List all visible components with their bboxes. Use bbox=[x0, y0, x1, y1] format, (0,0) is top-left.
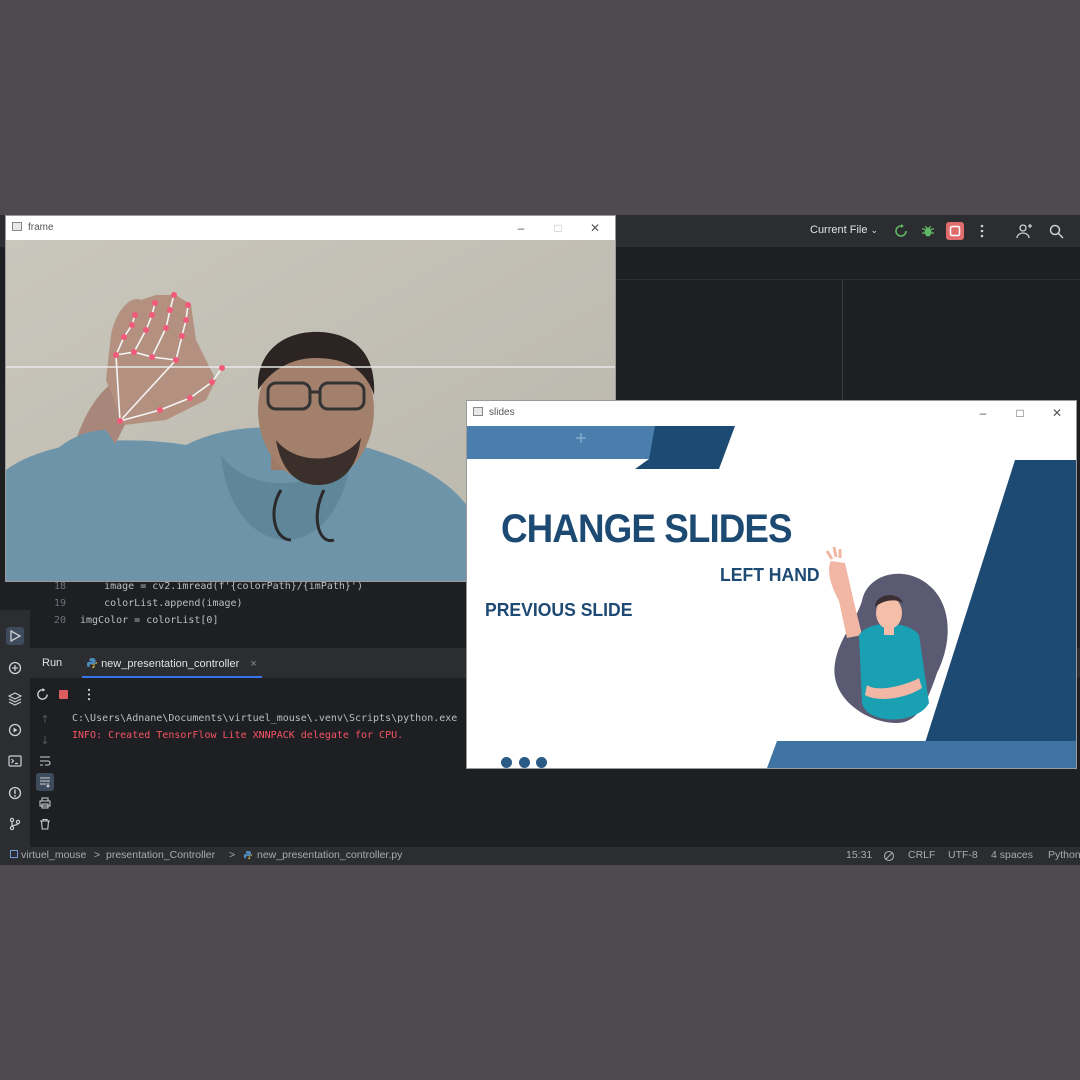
code-line[interactable]: 19 colorList.append(image) bbox=[40, 598, 243, 609]
arrow-up-icon[interactable]: ↑ bbox=[36, 710, 54, 728]
slides-window-titlebar[interactable]: slides – □ ✕ bbox=[467, 401, 1076, 423]
slides-window[interactable]: slides – □ ✕ CHANGE SLIDES LEFT HAND PRE… bbox=[467, 401, 1076, 768]
caret-position[interactable]: 15:31 bbox=[846, 849, 872, 861]
indent-setting[interactable]: 4 spaces bbox=[991, 849, 1033, 861]
code-text: imgColor = colorList[0] bbox=[80, 615, 219, 626]
print-icon[interactable] bbox=[36, 794, 54, 812]
left-hand-label: LEFT HAND bbox=[720, 564, 820, 585]
breadcrumb-separator: > bbox=[229, 849, 236, 861]
slide-decorations bbox=[467, 426, 1076, 768]
more-vertical-icon[interactable] bbox=[80, 685, 98, 703]
slide-dot bbox=[536, 757, 547, 768]
python-console-icon[interactable] bbox=[6, 659, 24, 677]
slides-window-title: slides bbox=[489, 407, 515, 418]
status-bar: virtuel_mouse > presentation_Controller … bbox=[0, 847, 1080, 865]
editor-split-divider bbox=[842, 279, 843, 409]
minimize-button[interactable]: – bbox=[972, 403, 994, 423]
console-toolbar: ↑ ↓ bbox=[30, 710, 60, 846]
slide-dot bbox=[501, 757, 512, 768]
close-button[interactable]: ✕ bbox=[1046, 403, 1068, 423]
python-file-icon bbox=[87, 658, 97, 668]
editor-tab-bar bbox=[615, 247, 1080, 280]
stop-icon[interactable] bbox=[54, 685, 72, 703]
terminal-icon[interactable] bbox=[6, 752, 24, 770]
layers-icon[interactable] bbox=[6, 690, 24, 708]
code-line[interactable]: 18 image = cv2.imread(f'{colorPath}/{imP… bbox=[40, 581, 363, 592]
soft-wrap-icon[interactable] bbox=[36, 752, 54, 770]
chevron-down-icon: ⌄ bbox=[870, 225, 879, 235]
opencv-window-icon bbox=[473, 407, 483, 416]
services-icon[interactable] bbox=[6, 721, 24, 739]
rerun-icon[interactable] bbox=[33, 685, 51, 703]
language-indicator[interactable]: Python bbox=[1048, 849, 1080, 861]
close-button[interactable]: ✕ bbox=[584, 218, 606, 238]
line-number: 19 bbox=[53, 598, 66, 609]
tool-window-strip bbox=[0, 610, 30, 850]
minimize-button[interactable]: – bbox=[510, 218, 532, 238]
run-tool-icon[interactable] bbox=[6, 627, 24, 645]
previous-slide-label: PREVIOUS SLIDE bbox=[485, 599, 633, 620]
maximize-button[interactable]: □ bbox=[547, 218, 569, 238]
slide-canvas: CHANGE SLIDES LEFT HAND PREVIOUS SLIDE bbox=[467, 423, 1076, 768]
frame-window-titlebar[interactable]: frame – □ ✕ bbox=[6, 216, 615, 240]
breadcrumb-file[interactable]: new_presentation_controller.py bbox=[257, 849, 402, 861]
search-icon[interactable] bbox=[1047, 222, 1065, 240]
console-line: C:\Users\Adnane\Documents\virtuel_mouse\… bbox=[72, 713, 457, 724]
frame-window-title: frame bbox=[28, 222, 54, 233]
console-command-text: C:\Users\Adnane\Documents\virtuel_mouse\… bbox=[72, 713, 458, 724]
git-branch-icon[interactable] bbox=[6, 815, 24, 833]
run-config-selector[interactable]: Current File ⌄ bbox=[810, 224, 878, 236]
console-line: INFO: Created TensorFlow Lite XNNPACK de… bbox=[72, 730, 403, 741]
run-tab[interactable]: new_presentation_controller × bbox=[86, 657, 257, 670]
line-number: 20 bbox=[53, 615, 66, 626]
breadcrumb-folder[interactable]: presentation_Controller bbox=[106, 849, 215, 861]
close-icon[interactable]: × bbox=[250, 658, 256, 670]
run-panel-title: Run bbox=[42, 657, 63, 669]
breadcrumb-separator: > bbox=[94, 849, 101, 861]
slide-title: CHANGE SLIDES bbox=[501, 507, 793, 551]
slide-dot bbox=[519, 757, 530, 768]
no-inspection-icon[interactable] bbox=[883, 850, 895, 865]
python-file-icon bbox=[243, 850, 253, 863]
add-user-icon[interactable] bbox=[1015, 222, 1033, 240]
breadcrumb-project[interactable]: virtuel_mouse bbox=[21, 849, 86, 861]
trash-icon[interactable] bbox=[36, 815, 54, 833]
line-ending[interactable]: CRLF bbox=[908, 849, 935, 861]
code-text: colorList.append(image) bbox=[80, 598, 243, 609]
problems-icon[interactable] bbox=[6, 784, 24, 802]
console-info-text: INFO: Created TensorFlow Lite XNNPACK de… bbox=[72, 730, 404, 741]
run-tab-label: new_presentation_controller bbox=[101, 658, 240, 670]
arrow-down-icon[interactable]: ↓ bbox=[36, 731, 54, 749]
run-config-label: Current File bbox=[810, 224, 868, 236]
maximize-button[interactable]: □ bbox=[1009, 403, 1031, 423]
rerun-icon[interactable] bbox=[892, 222, 910, 240]
stop-button[interactable] bbox=[946, 222, 964, 240]
opencv-window-icon bbox=[12, 222, 22, 231]
file-encoding[interactable]: UTF-8 bbox=[948, 849, 978, 861]
scroll-to-end-icon[interactable] bbox=[36, 773, 54, 791]
more-vertical-icon[interactable] bbox=[973, 222, 991, 240]
line-number: 18 bbox=[53, 581, 66, 592]
code-line[interactable]: 20 imgColor = colorList[0] bbox=[40, 615, 219, 626]
code-text: image = cv2.imread(f'{colorPath}/{imPath… bbox=[80, 581, 363, 592]
project-icon bbox=[10, 849, 18, 861]
debug-icon[interactable] bbox=[919, 222, 937, 240]
